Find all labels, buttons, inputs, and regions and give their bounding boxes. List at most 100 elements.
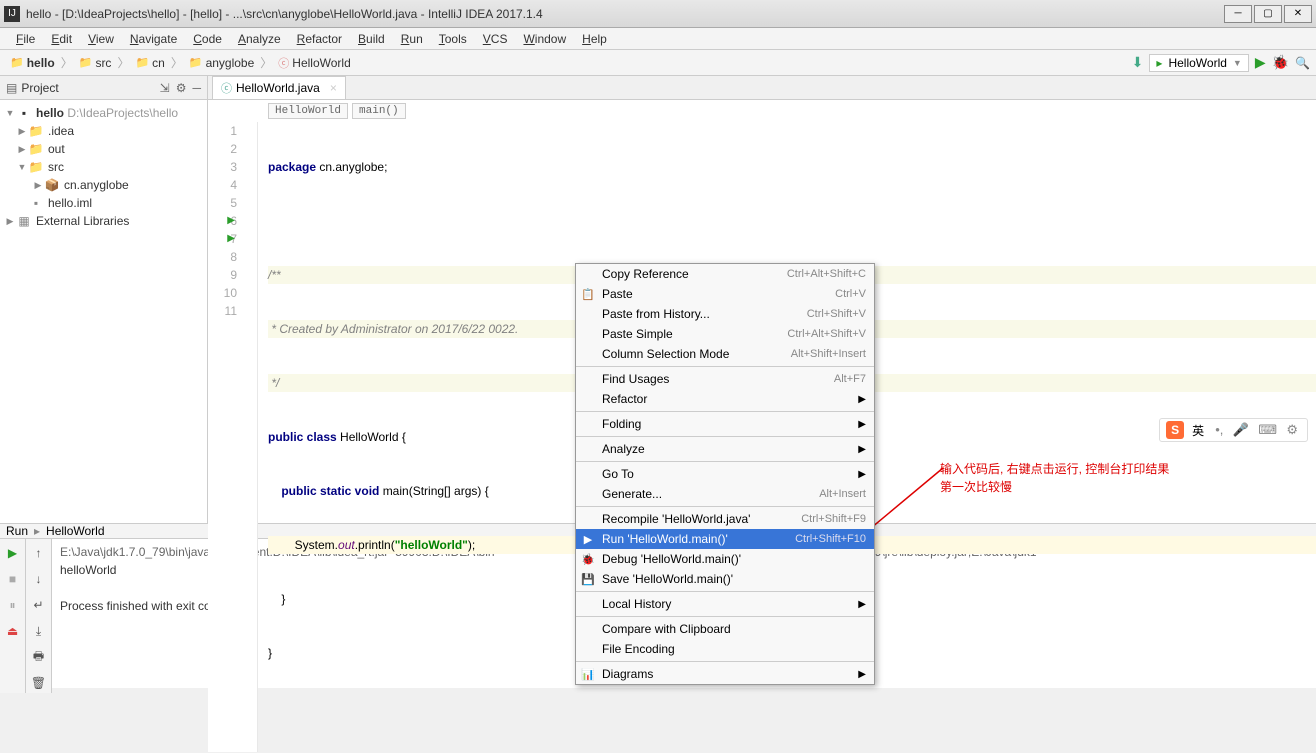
print-button[interactable]: 🖶 [29, 647, 49, 667]
menu-item-icon: 🐞 [580, 551, 596, 567]
menu-build[interactable]: Build [350, 32, 393, 46]
menu-vcs[interactable]: VCS [475, 32, 516, 46]
tree-item-out[interactable]: ▶📁out [0, 140, 207, 158]
breadcrumb-src[interactable]: 📁src [75, 56, 116, 70]
ime-settings-icon[interactable]: ⚙ [1286, 422, 1298, 437]
menu-item-refactor[interactable]: Refactor▶ [576, 389, 874, 409]
menu-edit[interactable]: Edit [43, 32, 80, 46]
menu-view[interactable]: View [80, 32, 122, 46]
rerun-button[interactable]: ▶ [3, 543, 23, 563]
gear-icon[interactable]: ⚙ [176, 81, 187, 95]
breadcrumb-separator: 〉 [258, 54, 274, 71]
run-toolbar-secondary: ↑ ↓ ↵ ⤓ 🖶 🗑 [26, 539, 52, 693]
close-button[interactable]: ✕ [1284, 5, 1312, 23]
tree-item-src[interactable]: ▼📁src [0, 158, 207, 176]
menu-analyze[interactable]: Analyze [230, 32, 289, 46]
menu-item-run-helloworld-main[interactable]: ▶Run 'HelloWorld.main()'Ctrl+Shift+F10 [576, 529, 874, 549]
class-icon: ⓒ [221, 80, 232, 96]
project-tree[interactable]: ▼▪hello D:\IdeaProjects\hello ▶📁.idea ▶📁… [0, 100, 207, 234]
menu-tools[interactable]: Tools [431, 32, 475, 46]
ime-lang[interactable]: 英 [1192, 422, 1204, 439]
debug-button[interactable]: 🐞 [1272, 54, 1289, 71]
menu-item-recompile-helloworld-java[interactable]: Recompile 'HelloWorld.java'Ctrl+Shift+F9 [576, 509, 874, 529]
ime-keyboard-icon[interactable]: ⌨ [1258, 422, 1277, 437]
menu-item-local-history[interactable]: Local History▶ [576, 594, 874, 614]
menu-item-diagrams[interactable]: 📊Diagrams▶ [576, 664, 874, 684]
exit-button[interactable]: ⏏ [3, 621, 23, 641]
tree-external-libs[interactable]: ▶▦External Libraries [0, 212, 207, 230]
run-config-icon: ▸ [34, 524, 40, 538]
source-folder-icon: 📁 [28, 159, 44, 175]
menu-separator [576, 661, 874, 662]
editor-tab-helloworld[interactable]: ⓒ HelloWorld.java × [212, 76, 346, 99]
menu-item-debug-helloworld-main[interactable]: 🐞Debug 'HelloWorld.main()' [576, 549, 874, 569]
pause-button[interactable]: ⏸ [3, 595, 23, 615]
make-project-icon[interactable]: ⬇ [1132, 54, 1144, 71]
menu-navigate[interactable]: Navigate [122, 32, 185, 46]
menu-item-paste-from-history[interactable]: Paste from History...Ctrl+Shift+V [576, 304, 874, 324]
wrap-button[interactable]: ↵ [29, 595, 49, 615]
run-gutter-icon[interactable]: ▶ [227, 230, 235, 248]
menu-item-compare-with-clipboard[interactable]: Compare with Clipboard [576, 619, 874, 639]
menu-item-icon: ▶ [580, 531, 596, 547]
module-icon: ▪ [16, 105, 32, 121]
breadcrumb-method[interactable]: main() [352, 103, 406, 119]
breadcrumb-helloworld[interactable]: ⓒHelloWorld [274, 55, 354, 71]
menu-item-generate[interactable]: Generate...Alt+Insert [576, 484, 874, 504]
search-icon[interactable]: 🔍 [1295, 56, 1310, 70]
run-gutter-icon[interactable]: ▶ [227, 212, 235, 230]
dropdown-icon: ▼ [1233, 58, 1242, 68]
menu-help[interactable]: Help [574, 32, 615, 46]
ime-punct-icon[interactable]: •, [1215, 422, 1223, 437]
breadcrumb-anyglobe[interactable]: 📁anyglobe [185, 56, 258, 70]
tree-item-iml[interactable]: ▪hello.iml [0, 194, 207, 212]
tree-item-package[interactable]: ▶📦cn.anyglobe [0, 176, 207, 194]
breadcrumb-cn[interactable]: 📁cn [131, 56, 168, 70]
menu-item-paste[interactable]: 📋PasteCtrl+V [576, 284, 874, 304]
breadcrumb-separator: 〉 [59, 54, 75, 71]
close-tab-icon[interactable]: × [330, 81, 337, 95]
menu-code[interactable]: Code [185, 32, 230, 46]
tree-item-idea[interactable]: ▶📁.idea [0, 122, 207, 140]
breadcrumb-separator: 〉 [169, 54, 185, 71]
collapse-icon[interactable]: ⇲ [160, 81, 170, 95]
breadcrumb-hello[interactable]: 📁hello [6, 56, 59, 70]
menu-item-icon: 💾 [580, 571, 596, 587]
ime-icons: •, 🎤 ⌨ ⚙ [1212, 422, 1301, 438]
menu-item-column-selection-mode[interactable]: Column Selection ModeAlt+Shift+Insert [576, 344, 874, 364]
menu-refactor[interactable]: Refactor [289, 32, 350, 46]
menu-item-folding[interactable]: Folding▶ [576, 414, 874, 434]
breadcrumb-class[interactable]: HelloWorld [268, 103, 348, 119]
tree-root[interactable]: ▼▪hello D:\IdeaProjects\hello [0, 104, 207, 122]
menu-item-save-helloworld-main[interactable]: 💾Save 'HelloWorld.main()' [576, 569, 874, 589]
scroll-button[interactable]: ⤓ [29, 621, 49, 641]
menu-item-find-usages[interactable]: Find UsagesAlt+F7 [576, 369, 874, 389]
run-button[interactable]: ▶ [1255, 54, 1266, 71]
menu-item-analyze[interactable]: Analyze▶ [576, 439, 874, 459]
stop-button[interactable]: ■ [3, 569, 23, 589]
run-config-selector[interactable]: ▸ HelloWorld ▼ [1149, 54, 1248, 72]
menu-window[interactable]: Window [515, 32, 574, 46]
project-panel-header: ▤ Project ⇲ ⚙ ─ [0, 76, 207, 100]
menu-separator [576, 411, 874, 412]
minimize-button[interactable]: ─ [1224, 5, 1252, 23]
menu-file[interactable]: File [8, 32, 43, 46]
menu-separator [576, 616, 874, 617]
run-toolbar-primary: ▶ ■ ⏸ ⏏ [0, 539, 26, 693]
gutter[interactable]: 1 2 3 4 5 6▶ 7▶ 8 9 10 11 [208, 122, 258, 752]
menu-item-file-encoding[interactable]: File Encoding [576, 639, 874, 659]
menu-item-paste-simple[interactable]: Paste SimpleCtrl+Alt+Shift+V [576, 324, 874, 344]
hide-icon[interactable]: ─ [192, 81, 201, 95]
menu-run[interactable]: Run [393, 32, 431, 46]
ime-mic-icon[interactable]: 🎤 [1233, 422, 1249, 437]
up-button[interactable]: ↑ [29, 543, 49, 563]
ime-widget[interactable]: S 英 •, 🎤 ⌨ ⚙ [1159, 418, 1308, 442]
editor-tabs: ⓒ HelloWorld.java × [208, 76, 1316, 100]
trash-button[interactable]: 🗑 [29, 673, 49, 693]
project-view-icon[interactable]: ▤ [6, 81, 17, 95]
menu-item-go-to[interactable]: Go To▶ [576, 464, 874, 484]
maximize-button[interactable]: ▢ [1254, 5, 1282, 23]
menu-separator [576, 461, 874, 462]
down-button[interactable]: ↓ [29, 569, 49, 589]
menu-item-copy-reference[interactable]: Copy ReferenceCtrl+Alt+Shift+C [576, 264, 874, 284]
